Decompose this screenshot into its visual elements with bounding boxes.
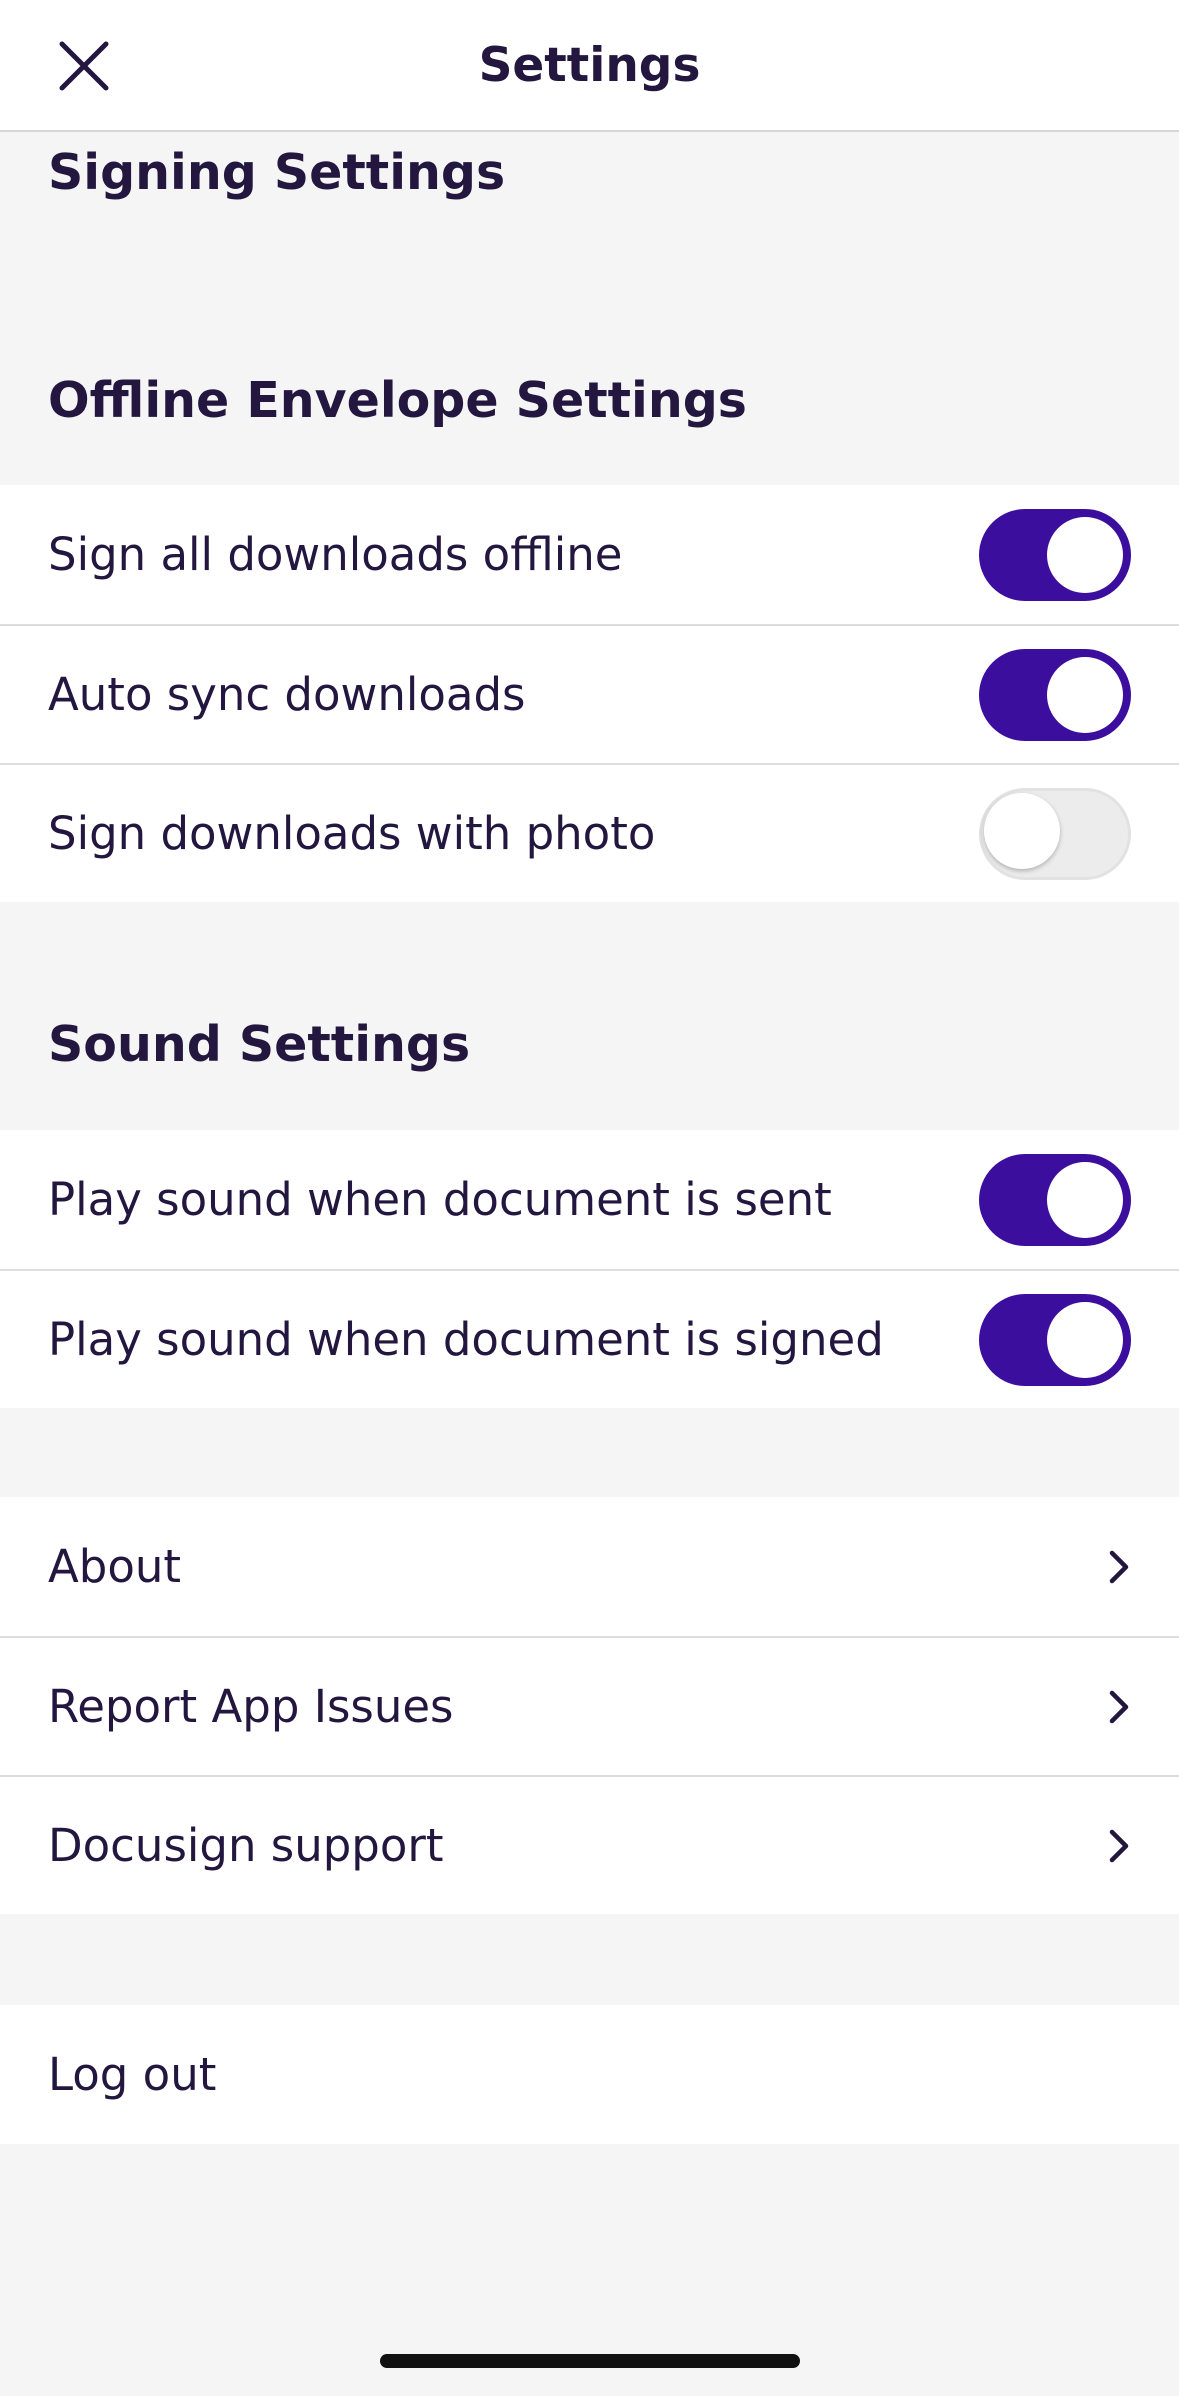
offline-settings-group: Sign all downloads offline Auto sync dow… bbox=[0, 485, 1179, 902]
setting-row-auto-sync: Auto sync downloads bbox=[0, 624, 1179, 763]
setting-label: Auto sync downloads bbox=[48, 668, 526, 721]
setting-row-sign-with-photo: Sign downloads with photo bbox=[0, 763, 1179, 902]
toggle-knob bbox=[984, 792, 1060, 869]
link-label: About bbox=[48, 1540, 182, 1593]
toggle-knob bbox=[1047, 1161, 1123, 1238]
link-row-about[interactable]: About bbox=[0, 1497, 1179, 1636]
setting-label: Play sound when document is signed bbox=[48, 1313, 884, 1366]
section-header-signing: Signing Settings bbox=[48, 144, 506, 201]
toggle-sound-signed[interactable] bbox=[979, 1293, 1131, 1386]
chevron-right-icon bbox=[1109, 1829, 1129, 1862]
links-group: About Report App Issues Docusign support bbox=[0, 1497, 1179, 1914]
toggle-sign-with-photo[interactable] bbox=[979, 787, 1131, 880]
toggle-sign-all-offline[interactable] bbox=[979, 508, 1131, 601]
setting-label: Play sound when document is sent bbox=[48, 1173, 832, 1226]
chevron-right-icon bbox=[1109, 1550, 1129, 1583]
toggle-knob bbox=[1047, 656, 1123, 733]
toggle-knob bbox=[1047, 516, 1123, 593]
toggle-auto-sync[interactable] bbox=[979, 648, 1131, 741]
link-label: Report App Issues bbox=[48, 1680, 454, 1733]
page-title: Settings bbox=[478, 38, 701, 93]
section-header-offline: Offline Envelope Settings bbox=[48, 372, 747, 429]
home-indicator[interactable] bbox=[380, 2354, 800, 2368]
logout-button[interactable]: Log out bbox=[0, 2005, 1179, 2144]
logout-group: Log out bbox=[0, 2005, 1179, 2144]
nav-bar: Settings bbox=[0, 0, 1179, 132]
toggle-knob bbox=[1047, 1301, 1123, 1378]
toggle-sound-sent[interactable] bbox=[979, 1153, 1131, 1246]
setting-row-sign-all-offline: Sign all downloads offline bbox=[0, 485, 1179, 624]
setting-row-sound-sent: Play sound when document is sent bbox=[0, 1130, 1179, 1269]
setting-label: Sign downloads with photo bbox=[48, 807, 656, 860]
setting-label: Sign all downloads offline bbox=[48, 528, 623, 581]
sound-settings-group: Play sound when document is sent Play so… bbox=[0, 1130, 1179, 1408]
setting-row-sound-signed: Play sound when document is signed bbox=[0, 1269, 1179, 1408]
link-row-support[interactable]: Docusign support bbox=[0, 1775, 1179, 1914]
link-label: Docusign support bbox=[48, 1819, 444, 1872]
logout-label: Log out bbox=[48, 2048, 217, 2101]
link-row-report-issues[interactable]: Report App Issues bbox=[0, 1636, 1179, 1775]
chevron-right-icon bbox=[1109, 1690, 1129, 1723]
section-header-sound: Sound Settings bbox=[48, 1016, 471, 1073]
